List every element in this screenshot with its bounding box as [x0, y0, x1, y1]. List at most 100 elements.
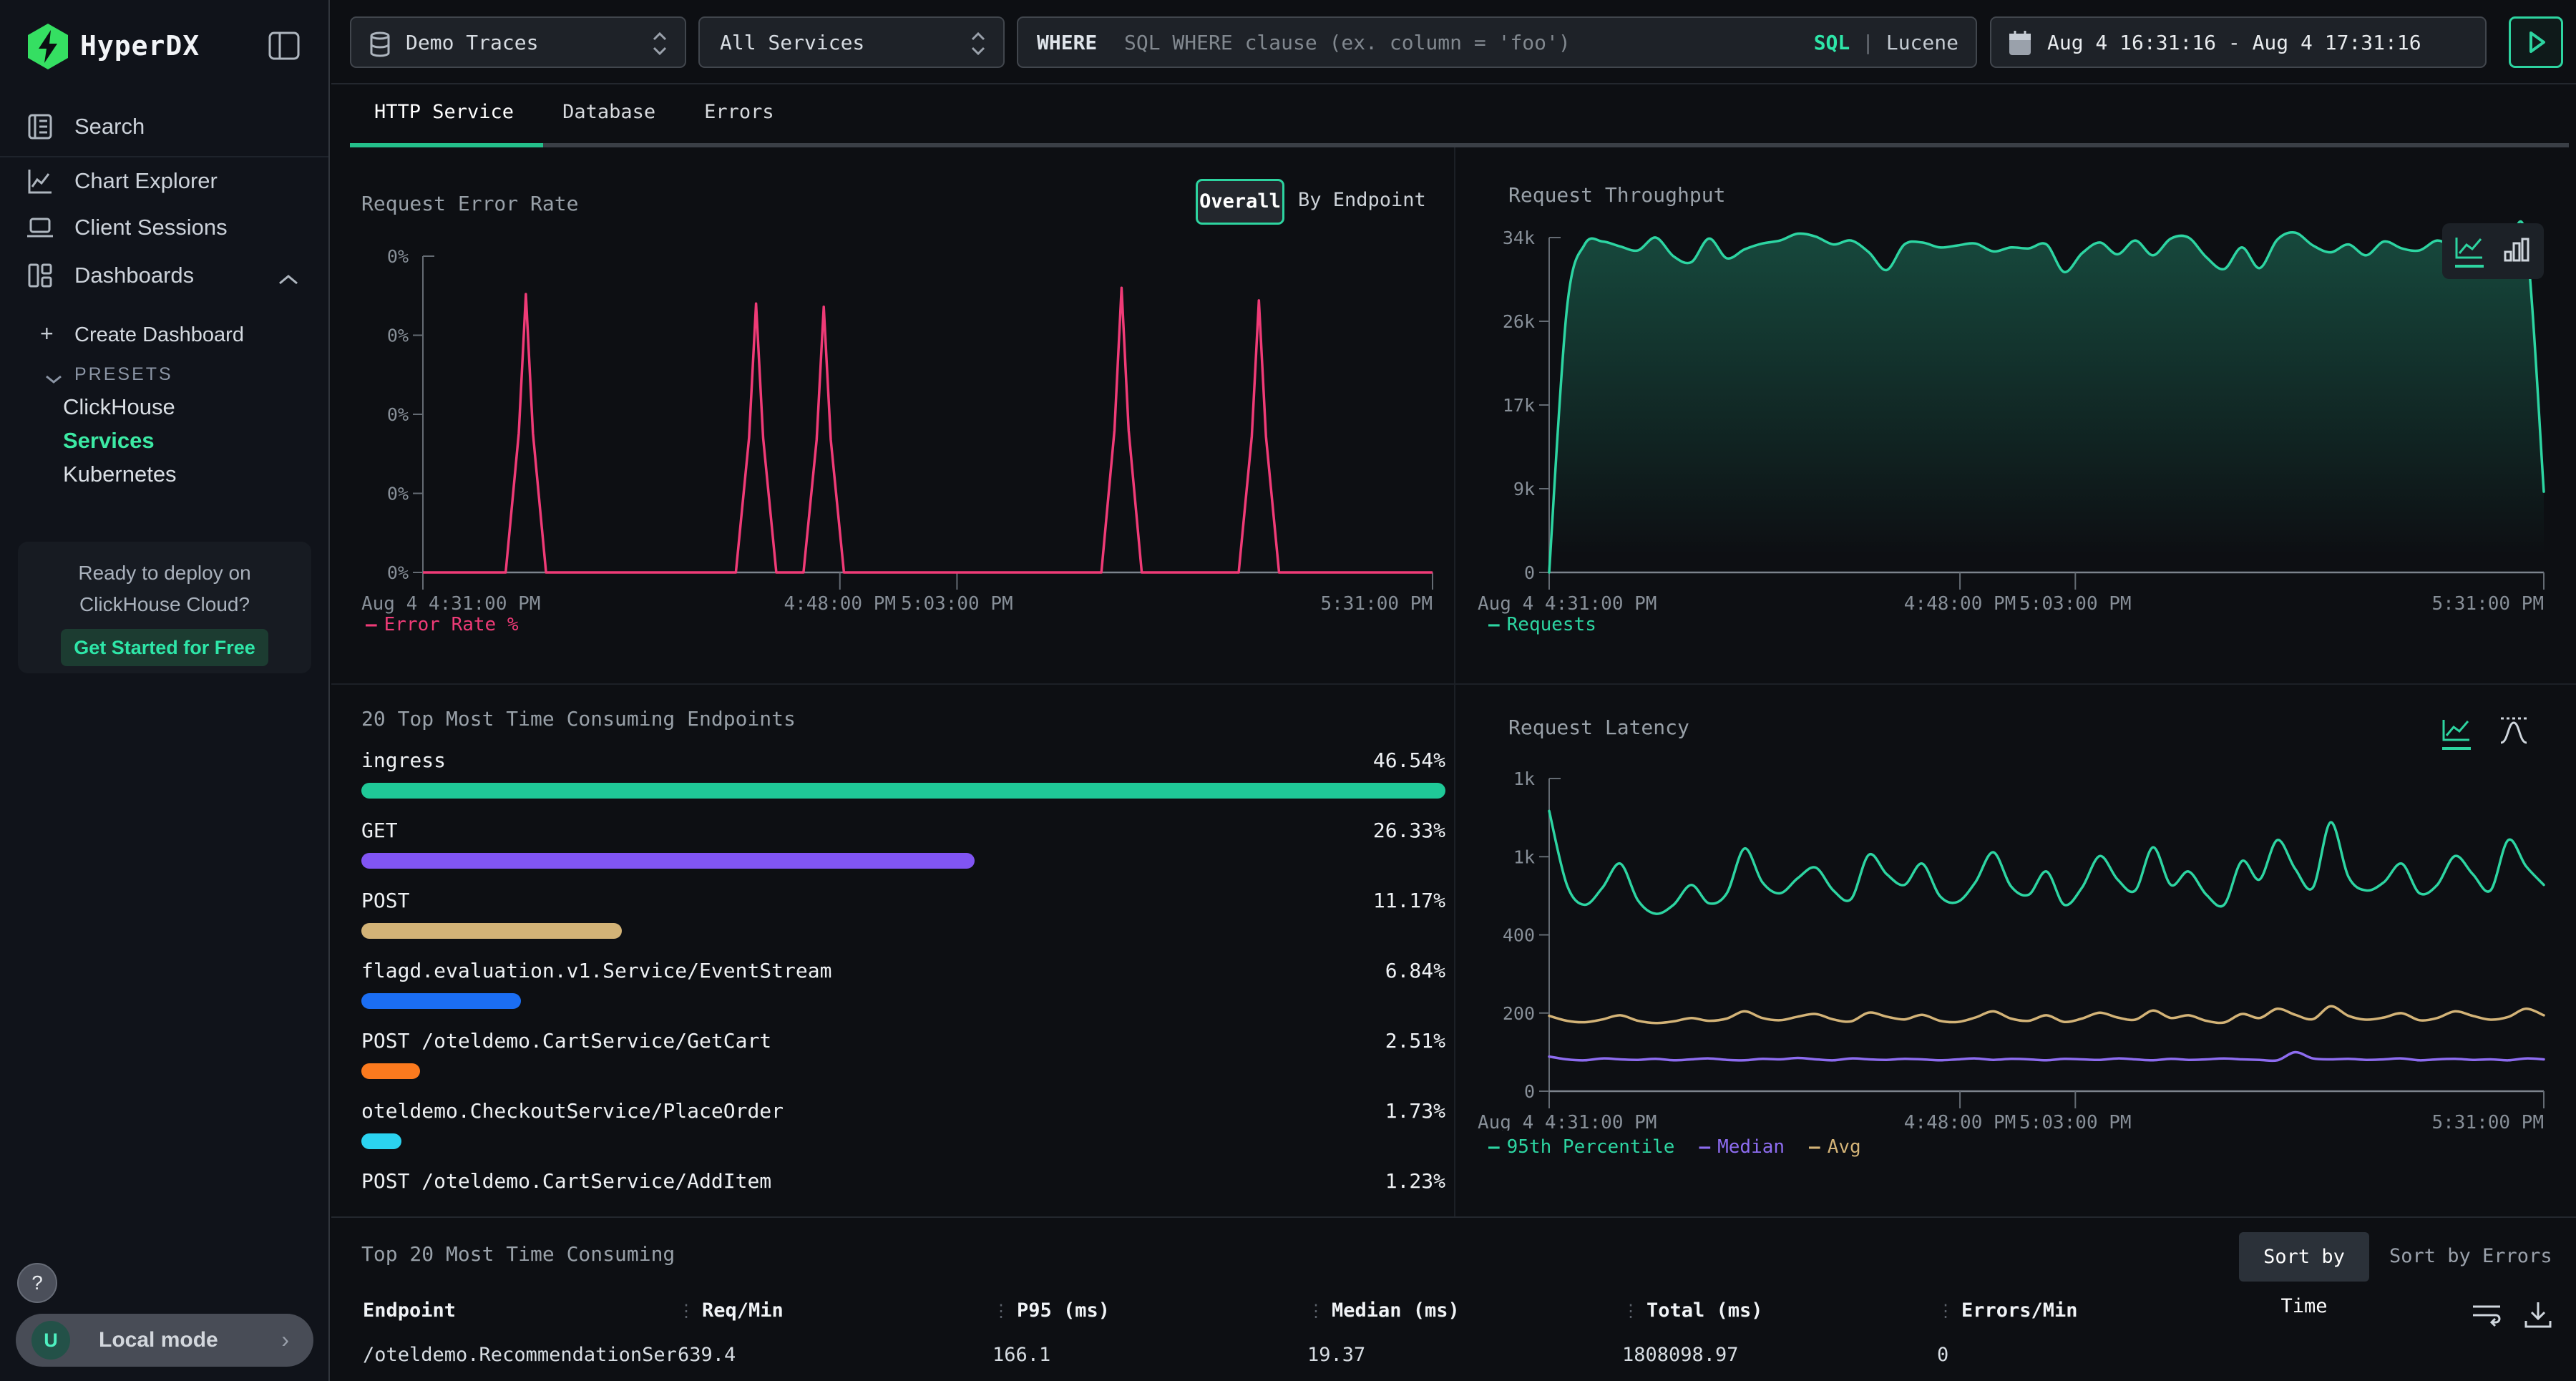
preset-services[interactable]: Services [0, 424, 328, 458]
column-label: Endpoint [363, 1299, 456, 1322]
endpoint-percent: 1.23% [1385, 1169, 1445, 1193]
endpoint-row[interactable]: POST /oteldemo.CartService/AddItem1.23% [361, 1162, 1445, 1199]
svg-text:1k: 1k [1513, 768, 1535, 789]
calendar-icon [2007, 29, 2033, 63]
table-column-header[interactable]: ⋮ Req/Min [678, 1299, 992, 1322]
table-title: Top 20 Most Time Consuming [361, 1242, 675, 1266]
column-label: Total (ms) [1646, 1299, 1763, 1322]
lucene-toggle[interactable]: Lucene [1886, 31, 1958, 54]
endpoint-row[interactable]: POST11.17% [361, 882, 1445, 952]
sidebar-item-search[interactable]: Search [0, 104, 328, 150]
column-label: Req/Min [702, 1299, 784, 1322]
endpoint-row[interactable]: ingress46.54% [361, 741, 1445, 811]
endpoint-percent: 26.33% [1373, 819, 1445, 842]
presets-section-toggle[interactable]: PRESETS [0, 356, 328, 393]
search-icon [26, 112, 54, 147]
where-placeholder: SQL WHERE clause (ex. column = 'foo') [1124, 31, 1571, 54]
sort-by-time-button[interactable]: Sort by Time [2239, 1232, 2369, 1282]
latency-chart[interactable]: 1k1k4002000Aug 4 4:31:00 PM4:48:00 PM5:0… [1478, 730, 2560, 1131]
table-header-row: Endpoint⋮Req/Min⋮P95 (ms)⋮Median (ms)⋮To… [331, 1299, 2485, 1322]
sidebar-item-chart-explorer[interactable]: Chart Explorer [0, 158, 328, 204]
endpoint-percent: 2.51% [1385, 1029, 1445, 1053]
sql-toggle[interactable]: SQL [1814, 31, 1850, 54]
svg-text:5:31:00 PM: 5:31:00 PM [1320, 593, 1433, 615]
get-started-button[interactable]: Get Started for Free [61, 629, 268, 666]
endpoint-bar [361, 1063, 420, 1079]
sidebar-item-label: Search [74, 114, 145, 140]
table-cell: 19.37 [1307, 1344, 1622, 1366]
topbar: Demo Traces All Services WHERE SQL WHERE… [331, 0, 2576, 84]
table-column-header[interactable]: ⋮ Total (ms) [1622, 1299, 1937, 1322]
preset-kubernetes[interactable]: Kubernetes [0, 457, 328, 492]
preset-label: Services [63, 428, 155, 454]
column-drag-handle-icon[interactable]: ⋮ [678, 1301, 695, 1321]
column-drag-handle-icon[interactable]: ⋮ [1307, 1301, 1324, 1321]
main-area: Demo Traces All Services WHERE SQL WHERE… [331, 0, 2576, 1381]
endpoint-label: POST /oteldemo.CartService/GetCart [361, 1029, 771, 1053]
chevron-up-icon[interactable] [277, 267, 300, 293]
endpoint-row[interactable]: oteldemo.CheckoutService/PlaceOrder1.73% [361, 1092, 1445, 1162]
latency-legend: —95th Percentile—Median—Avg [1488, 1136, 1861, 1158]
table-cell: /oteldemo.RecommendationServ [363, 1344, 678, 1366]
column-drag-handle-icon[interactable]: ⋮ [1937, 1301, 1954, 1321]
local-mode-label: Local mode [99, 1328, 218, 1352]
lang-separator: | [1862, 31, 1874, 54]
throughput-legend: —Requests [1488, 614, 1596, 635]
date-range-picker[interactable]: Aug 4 16:31:16 - Aug 4 17:31:16 [1990, 16, 2487, 68]
create-dashboard-button[interactable]: + Create Dashboard [0, 315, 328, 352]
table-cell: 639.4 [678, 1344, 992, 1366]
column-drag-handle-icon[interactable]: ⋮ [992, 1301, 1010, 1321]
svg-text:5:31:00 PM: 5:31:00 PM [2431, 593, 2544, 615]
logo-text[interactable]: HyperDX [80, 30, 200, 62]
wrap-lines-icon[interactable] [2470, 1299, 2503, 1334]
preset-label: Kubernetes [63, 462, 177, 487]
table-row[interactable]: /oteldemo.RecommendationServ639.4166.119… [331, 1344, 2485, 1366]
tab-errors[interactable]: Errors [680, 84, 799, 143]
chevron-down-icon [44, 367, 63, 391]
by-endpoint-toggle[interactable]: By Endpoint [1298, 189, 1426, 211]
dashboards-icon [26, 261, 54, 296]
line-chart-icon[interactable] [2454, 233, 2485, 269]
sidebar-item-dashboards[interactable]: Dashboards [0, 253, 328, 298]
source-select[interactable]: Demo Traces [350, 16, 686, 68]
tab-http-service[interactable]: HTTP Service [350, 84, 538, 143]
svg-text:34k: 34k [1503, 228, 1535, 248]
throughput-title: Request Throughput [1508, 183, 1725, 207]
throughput-chart[interactable]: 34k26k17k9k0Aug 4 4:31:00 PM4:48:00 PM5:… [1478, 215, 2560, 615]
endpoint-bar [361, 993, 521, 1009]
query-language-toggle[interactable]: SQL | Lucene [1814, 31, 1958, 54]
table-column-header[interactable]: ⋮Median (ms) [1307, 1299, 1622, 1322]
tab-database[interactable]: Database [538, 84, 680, 143]
sort-by-errors-button[interactable]: Sort by Errors [2389, 1245, 2552, 1267]
endpoint-label: GET [361, 819, 398, 842]
bar-chart-icon[interactable] [2501, 233, 2532, 269]
run-query-button[interactable] [2509, 16, 2563, 68]
endpoint-row[interactable]: flagd.evaluation.v1.Service/EventStream6… [361, 952, 1445, 1022]
endpoints-list: ingress46.54% GET 26.33% POST11.17%flagd.ev… [361, 741, 1445, 1199]
svg-text:Aug 4 4:31:00 PM: Aug 4 4:31:00 PM [1478, 593, 1657, 615]
overall-toggle-button[interactable]: Overall [1196, 179, 1284, 225]
svg-text:1k: 1k [1513, 846, 1535, 867]
sidebar-collapse-icon[interactable] [267, 29, 301, 63]
column-drag-handle-icon[interactable]: ⋮ [1622, 1301, 1639, 1321]
tab-bar: HTTP Service Database Errors [331, 84, 2576, 147]
legend-item: —Requests [1488, 614, 1596, 635]
service-select[interactable]: All Services [698, 16, 1005, 68]
download-icon[interactable] [2522, 1299, 2555, 1334]
local-mode-button[interactable]: U Local mode › [16, 1314, 313, 1367]
where-input[interactable]: WHERE SQL WHERE clause (ex. column = 'fo… [1017, 16, 1977, 68]
endpoint-bar [361, 853, 975, 869]
help-button[interactable]: ? [17, 1263, 57, 1303]
table-column-header[interactable]: ⋮P95 (ms) [992, 1299, 1307, 1322]
svg-text:5:03:00 PM: 5:03:00 PM [2019, 1112, 2132, 1131]
endpoint-row[interactable]: GET 26.33% [361, 811, 1445, 882]
endpoint-row[interactable]: POST /oteldemo.CartService/GetCart 2.51% [361, 1022, 1445, 1092]
sidebar-item-label: Chart Explorer [74, 168, 218, 194]
preset-clickhouse[interactable]: ClickHouse [0, 390, 328, 424]
database-icon [367, 30, 393, 64]
sidebar-item-client-sessions[interactable]: Client Sessions [0, 205, 328, 250]
svg-text:4:48:00 PM: 4:48:00 PM [1904, 593, 2016, 615]
error-rate-chart[interactable]: 0%0%0%0%0%Aug 4 4:31:00 PM4:48:00 PM5:03… [361, 236, 1442, 615]
table-column-header[interactable]: Endpoint [363, 1299, 678, 1322]
table-column-header[interactable]: ⋮Errors/Min [1937, 1299, 2485, 1322]
